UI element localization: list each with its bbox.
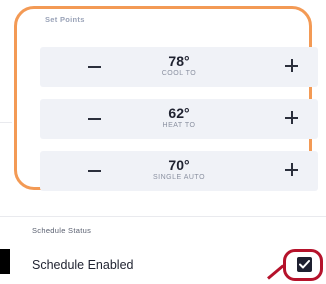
setpoints-card: Set Points 78° COOL TO 62° HEAT TO 70° S… (14, 6, 318, 191)
annotation-pointer (267, 264, 285, 280)
divider (0, 216, 326, 217)
auto-setpoint-value: 70° (168, 157, 190, 173)
setpoints-title: Set Points (45, 15, 85, 24)
cool-setpoint-label: COOL TO (161, 70, 197, 77)
schedule-enabled-checkbox[interactable] (297, 257, 312, 272)
heat-setpoint-value: 62° (168, 105, 190, 121)
divider (0, 122, 12, 123)
cool-setpoint-value: 78° (168, 53, 190, 69)
auto-setpoint-label: SINGLE AUTO (152, 174, 206, 181)
heat-setpoint-label: HEAT TO (162, 122, 196, 129)
setpoint-row-cool: 78° COOL TO (40, 47, 318, 87)
checkmark-icon (299, 260, 310, 269)
schedule-enabled-label: Schedule Enabled (32, 258, 134, 272)
schedule-status-title: Schedule Status (32, 226, 92, 235)
increase-auto-button[interactable] (284, 162, 300, 178)
selection-indicator (0, 249, 10, 274)
setpoint-row-heat: 62° HEAT TO (40, 99, 318, 139)
increase-heat-button[interactable] (284, 110, 300, 126)
setpoint-row-auto: 70° SINGLE AUTO (40, 151, 318, 191)
increase-cool-button[interactable] (284, 58, 300, 74)
